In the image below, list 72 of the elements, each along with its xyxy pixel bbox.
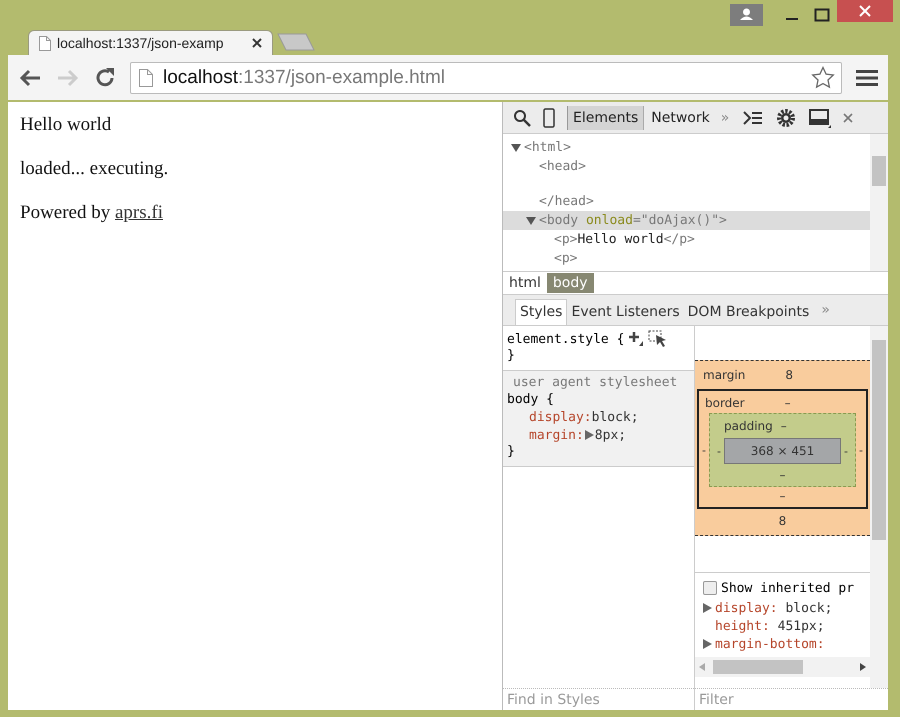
box-value: - xyxy=(701,444,707,456)
tab-title: localhost:1337/json-examp xyxy=(57,35,225,51)
box-value: 8 xyxy=(785,368,793,382)
expand-arrow-icon[interactable] xyxy=(584,430,594,440)
console-icon[interactable] xyxy=(743,110,764,126)
box-value: - xyxy=(843,444,850,458)
right-arrow-icon xyxy=(860,663,866,671)
expanded-arrow-icon[interactable] xyxy=(526,216,536,226)
css-selector: element.style { xyxy=(507,332,624,346)
address-field[interactable]: localhost:1337/json-example.html xyxy=(130,62,842,94)
dom-node[interactable]: <html> xyxy=(524,140,571,155)
dom-node[interactable]: <p>Hello world</p> xyxy=(554,232,695,247)
dom-node[interactable]: <p> xyxy=(554,251,578,266)
computed-property: height: 451px; xyxy=(714,618,826,635)
left-arrow-icon xyxy=(699,663,705,671)
scrollbar[interactable] xyxy=(695,657,870,677)
expand-arrow-icon[interactable] xyxy=(703,639,712,649)
paragraph: loaded... executing. xyxy=(20,158,170,180)
box-value: - xyxy=(858,444,864,456)
menu-icon[interactable] xyxy=(856,68,878,86)
page-icon xyxy=(39,36,51,50)
dock-icon[interactable] xyxy=(809,108,832,128)
paragraph: Hello world xyxy=(20,114,112,136)
css-declaration: margin: 8px; xyxy=(528,426,628,444)
css-selector: body { xyxy=(507,392,554,406)
css-declaration: display:block; xyxy=(528,408,640,426)
box-value: 8 xyxy=(778,513,788,530)
box-value: – xyxy=(778,467,786,484)
checkbox[interactable] xyxy=(703,581,717,595)
computed-property: margin-bottom: xyxy=(695,635,870,653)
box-label: border xyxy=(705,396,745,410)
computed-property: display: block; xyxy=(695,599,870,617)
box-value: – xyxy=(784,396,791,410)
pane-tab[interactable]: Styles xyxy=(515,299,568,325)
phone-icon[interactable] xyxy=(543,108,555,128)
dom-node[interactable]: <head> xyxy=(539,159,586,174)
panel-tab[interactable]: Elements xyxy=(567,106,644,130)
page-icon xyxy=(139,68,153,86)
element-state-icon[interactable] xyxy=(648,330,668,348)
css-brace: } xyxy=(507,348,516,365)
gear-icon[interactable] xyxy=(775,106,798,128)
breadcrumb[interactable]: html xyxy=(503,273,547,293)
pane-tab[interactable]: DOM Breakpoints xyxy=(684,300,814,325)
box-label: margin xyxy=(703,368,746,382)
breadcrumb[interactable]: body xyxy=(546,273,594,293)
find-field[interactable]: Find in Styles xyxy=(503,688,694,710)
checkbox-label: Show inherited pr xyxy=(721,580,854,596)
box-value: - xyxy=(716,444,722,458)
expanded-arrow-icon[interactable] xyxy=(511,142,521,152)
browser-tab[interactable]: localhost:1337/json-examp xyxy=(28,30,273,55)
scrollbar[interactable] xyxy=(870,326,888,688)
scrollbar[interactable] xyxy=(870,134,888,271)
box-value: – xyxy=(780,419,787,433)
star-icon[interactable] xyxy=(811,66,835,90)
panel-tab[interactable]: Network xyxy=(646,106,715,130)
pane-tab[interactable]: Event Listeners xyxy=(567,300,684,325)
stylesheet-origin: user agent stylesheet xyxy=(512,375,678,390)
url-text: localhost:1337/json-example.html xyxy=(163,66,446,88)
user-icon[interactable] xyxy=(730,4,763,26)
close-icon[interactable] xyxy=(252,38,262,48)
css-brace: } xyxy=(507,444,516,461)
box-value: – xyxy=(778,488,786,505)
add-rule-icon[interactable] xyxy=(628,331,644,347)
link[interactable]: aprs.fi xyxy=(114,202,163,223)
box-label: padding xyxy=(724,419,773,433)
reload-icon[interactable] xyxy=(94,66,116,88)
expand-arrow-icon[interactable] xyxy=(703,603,712,613)
content-box: 368 × 451 xyxy=(724,438,842,464)
back-icon[interactable] xyxy=(18,68,42,88)
search-icon[interactable] xyxy=(513,108,531,126)
paragraph: Powered by aprs.fi xyxy=(20,202,164,224)
dom-node[interactable]: </head> xyxy=(539,194,594,209)
